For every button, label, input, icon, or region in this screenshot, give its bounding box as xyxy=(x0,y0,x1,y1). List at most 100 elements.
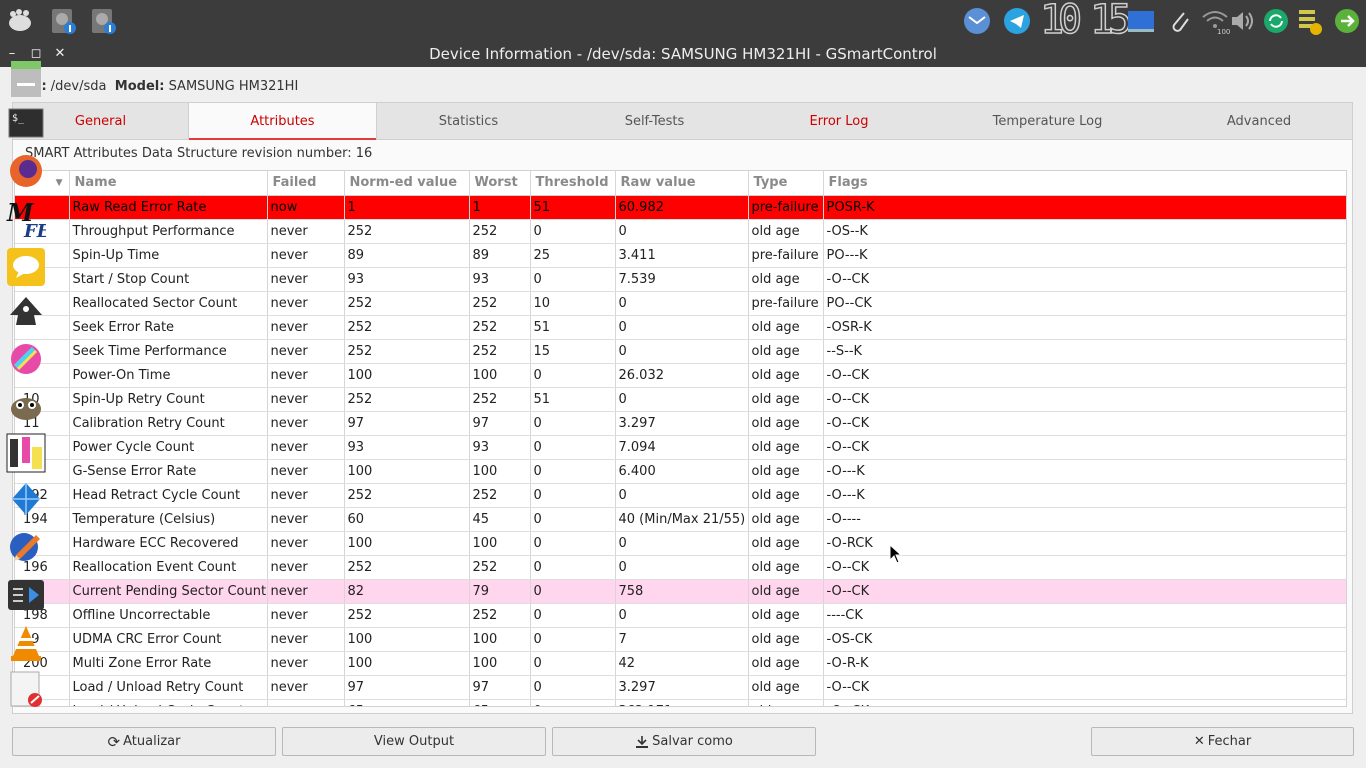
table-row[interactable]: 5Hardware ECC Recoverednever10010000old … xyxy=(15,531,1346,556)
table-row[interactable]: Seek Error Rate never 252 252 51 0 old age -OSR… xyxy=(15,315,1346,340)
cell-normed-value: 100 xyxy=(344,627,470,652)
cell-type: old age xyxy=(748,651,824,676)
disk-info-icon[interactable] xyxy=(46,4,80,38)
cell-worst: 97 xyxy=(469,411,531,436)
inkscape-icon[interactable] xyxy=(5,292,47,334)
tab-error-log[interactable]: Error Log xyxy=(749,103,929,140)
cell-worst: 100 xyxy=(469,651,531,676)
cell-name: Start / Stop Count xyxy=(69,267,268,292)
table-row[interactable]: 196 Reallocation Event Count never 252 252 0 0… xyxy=(15,555,1346,580)
cell-worst: 252 xyxy=(469,603,531,628)
battery-icon[interactable] xyxy=(1292,4,1326,38)
column-header-failed[interactable]: Failed xyxy=(267,171,345,196)
pencil-icon[interactable] xyxy=(5,524,47,566)
attributes-table[interactable]: ▼ Name Failed Norm-ed value Worst Thresh… xyxy=(14,170,1347,707)
cell-threshold: 15 xyxy=(530,339,616,364)
cell-type: old age xyxy=(748,219,824,244)
tab-attributes[interactable]: Attributes xyxy=(188,103,377,141)
column-header-type[interactable]: Type xyxy=(748,171,824,196)
column-header-threshold[interactable]: Threshold xyxy=(530,171,616,196)
table-row[interactable]: 192Head Retract Cycle Countnever25225200… xyxy=(15,483,1346,508)
refresh-label: Atualizar xyxy=(123,734,181,749)
gimp-icon[interactable] xyxy=(5,384,47,426)
cell-flags: -O--CK xyxy=(823,363,1346,388)
kdenlive-icon[interactable] xyxy=(5,432,47,474)
save-as-button[interactable]: Salvar como xyxy=(552,727,816,756)
cell-raw-value: 0 xyxy=(615,387,749,412)
column-header-flags[interactable]: Flags xyxy=(823,171,1346,196)
cell-raw-value: 7 xyxy=(615,627,749,652)
table-row[interactable]: 198 Offline Uncorrectable never 252 252 0 0 old… xyxy=(15,603,1346,628)
cell-failed: never xyxy=(267,315,345,340)
telegram-icon[interactable] xyxy=(1000,4,1034,38)
cell-flags: -OS--K xyxy=(823,219,1346,244)
table-row[interactable]: Raw Read Error Rate now 1 1 51 60.982 pre-fail… xyxy=(15,195,1346,220)
network-icon[interactable] xyxy=(5,478,47,520)
file-manager-icon[interactable] xyxy=(5,58,47,100)
table-row[interactable]: Throughput Performance never 252 252 0 0 old a… xyxy=(15,219,1346,244)
tab-statistics[interactable]: Statistics xyxy=(377,103,560,140)
close-icon: ✕ xyxy=(1193,734,1205,749)
cell-flags: PO---K xyxy=(823,243,1346,268)
app-menu-icon[interactable] xyxy=(4,4,38,38)
view-output-button[interactable]: View Output xyxy=(282,727,546,756)
save-icon xyxy=(636,735,649,748)
terminal-icon[interactable]: $_ xyxy=(5,102,47,144)
mail-icon[interactable] xyxy=(960,4,994,38)
text-editor-icon[interactable] xyxy=(5,668,47,710)
cell-threshold: 0 xyxy=(530,699,616,706)
paint-icon[interactable] xyxy=(5,338,47,380)
media-editor-icon[interactable] xyxy=(5,574,47,616)
sync-icon[interactable] xyxy=(1259,4,1293,38)
table-row[interactable]: 200 Multi Zone Error Rate never 100 100 0 42 ol… xyxy=(15,651,1346,676)
sort-arrow-icon: ▼ xyxy=(55,177,63,188)
cell-threshold: 0 xyxy=(530,531,616,556)
table-row[interactable]: Load / Unload Cycle Countnever65650362.1… xyxy=(15,699,1346,706)
table-row[interactable]: Start / Stop Count never 93 93 0 7.539 old age… xyxy=(15,267,1346,292)
vlc-icon[interactable] xyxy=(5,622,47,664)
table-row[interactable]: Power-On Time never 100 100 0 26.032 old age -O… xyxy=(15,363,1346,388)
logout-icon[interactable] xyxy=(1330,4,1364,38)
table-row[interactable]: Seek Time Performance never 252 252 15 0 old a… xyxy=(15,339,1346,364)
close-button[interactable]: ✕ Fechar xyxy=(1091,727,1354,756)
cell-flags: -O--CK xyxy=(823,387,1346,412)
chat-icon[interactable] xyxy=(5,246,47,288)
cell-type: old age xyxy=(748,435,824,460)
column-header-worst[interactable]: Worst xyxy=(469,171,531,196)
volume-icon[interactable] xyxy=(1226,4,1260,38)
table-row[interactable]: 3Load / Unload Retry Countnever979703.29… xyxy=(15,675,1346,700)
cell-normed-value: 93 xyxy=(344,267,470,292)
cell-name: Temperature (Celsius) xyxy=(69,507,268,532)
cell-flags: -O---K xyxy=(823,459,1346,484)
cell-type: old age xyxy=(748,267,824,292)
desktop-icon[interactable] xyxy=(1124,4,1158,38)
cell-name: Reallocation Event Count xyxy=(69,555,268,580)
tab-self-tests[interactable]: Self-Tests xyxy=(560,103,749,140)
table-row[interactable]: G-Sense Error Rate never 100 100 0 6.400 old a… xyxy=(15,459,1346,484)
cell-name: Load / Unload Cycle Count xyxy=(69,699,268,706)
column-header-normed-value[interactable]: Norm-ed value xyxy=(344,171,470,196)
table-row[interactable]: Spin-Up Time never 89 89 25 3.411 pre-failure P… xyxy=(15,243,1346,268)
cell-worst: 45 xyxy=(469,507,531,532)
cell-normed-value: 100 xyxy=(344,363,470,388)
paperclip-icon[interactable] xyxy=(1162,4,1196,38)
table-row[interactable]: Reallocated Sector Count never 252 252 10 0 pr… xyxy=(15,291,1346,316)
table-row[interactable]: Power Cycle Count never 93 93 0 7.094 old age -… xyxy=(15,435,1346,460)
cell-flags: -O--CK xyxy=(823,435,1346,460)
cell-normed-value: 252 xyxy=(344,555,470,580)
column-header-raw-value[interactable]: Raw value xyxy=(615,171,749,196)
column-header-name[interactable]: Name xyxy=(69,171,268,196)
cell-type: old age xyxy=(748,483,824,508)
table-row[interactable]: 11 Calibration Retry Count never 97 97 0 3.297… xyxy=(15,411,1346,436)
table-row[interactable]: 7Current Pending Sector Countnever827907… xyxy=(15,579,1346,604)
disk-info-icon[interactable] xyxy=(86,4,120,38)
cell-threshold: 51 xyxy=(530,387,616,412)
tab-temperature-log[interactable]: Temperature Log xyxy=(929,103,1166,140)
mfe-app-icon[interactable]: MFE xyxy=(5,198,47,240)
table-row[interactable]: 10Spin-Up Retry Countnever252252510old a… xyxy=(15,387,1346,412)
cell-flags: -OS-CK xyxy=(823,627,1346,652)
table-row[interactable]: 194 Temperature (Celsius) never 60 45 0 40 (Mi… xyxy=(15,507,1346,532)
firefox-icon[interactable] xyxy=(5,150,47,192)
tab-advanced[interactable]: Advanced xyxy=(1166,103,1352,140)
table-row[interactable]: 99UDMA CRC Error Countnever10010007old a… xyxy=(15,627,1346,652)
